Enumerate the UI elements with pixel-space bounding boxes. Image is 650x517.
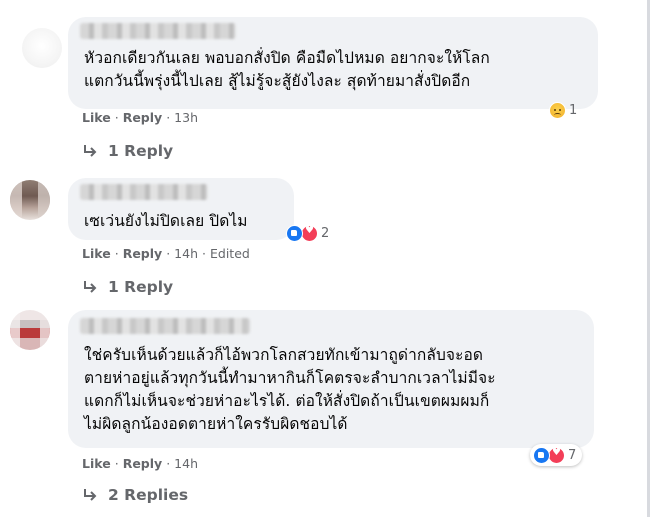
reply-arrow-icon <box>82 280 98 294</box>
comment-1: หัวอกเดียวกันเลย พอบอกสั่งปิด คือมืดไปหม… <box>0 0 650 170</box>
comment-text: หัวอกเดียวกันเลย พอบอกสั่งปิด คือมืดไปหม… <box>84 49 490 90</box>
separator: · <box>166 246 171 261</box>
separator: · <box>114 110 119 125</box>
author-name-blurred[interactable] <box>80 23 236 39</box>
reaction-count: 7 <box>568 447 577 463</box>
reaction-summary[interactable]: 2 <box>286 222 329 244</box>
separator: · <box>202 246 206 261</box>
timestamp[interactable]: 14h <box>174 246 198 261</box>
reply-button[interactable]: Reply <box>123 246 162 261</box>
timestamp[interactable]: 13h <box>174 110 198 125</box>
avatar[interactable] <box>10 180 50 220</box>
comment-3: ใช่ครับเห็นด้วยแล้วก็ไอ้พวกโลกสวยทักเข้า… <box>0 300 650 517</box>
like-button[interactable]: Like <box>82 110 111 125</box>
comment-bubble: หัวอกเดียวกันเลย พอบอกสั่งปิด คือมืดไปหม… <box>68 17 598 119</box>
avatar[interactable] <box>10 310 50 350</box>
reaction-summary[interactable]: 7 <box>530 444 583 466</box>
comment-actions: Like · Reply · 14h <box>82 456 198 471</box>
like-icon <box>286 224 303 242</box>
love-icon <box>301 224 318 242</box>
reply-button[interactable]: Reply <box>123 110 162 125</box>
like-button[interactable]: Like <box>82 456 111 471</box>
author-name-blurred[interactable] <box>80 184 208 200</box>
view-replies-button[interactable]: 1 Reply <box>82 142 173 160</box>
love-icon <box>548 446 565 464</box>
avatar[interactable] <box>22 28 62 68</box>
comment-actions: Like · Reply · 13h <box>82 110 198 125</box>
replies-label: 1 Reply <box>108 278 174 296</box>
reaction-count: 2 <box>321 225 330 241</box>
replies-label: 2 Replies <box>108 486 189 504</box>
separator: · <box>166 456 171 471</box>
like-button[interactable]: Like <box>82 246 111 261</box>
like-icon <box>533 446 550 464</box>
comment-bubble: ใช่ครับเห็นด้วยแล้วก็ไอ้พวกโลกสวยทักเข้า… <box>68 310 594 448</box>
separator: · <box>166 110 171 125</box>
view-replies-button[interactable]: 1 Reply <box>82 278 173 296</box>
reply-button[interactable]: Reply <box>123 456 162 471</box>
replies-label: 1 Reply <box>108 142 174 160</box>
comment-bubble: เซเว่นยังไม่ปิดเลย ปิดไม 2 <box>68 178 329 242</box>
comment-actions: Like · Reply · 14h · Edited <box>82 246 250 261</box>
reply-arrow-icon <box>82 144 98 158</box>
comment-text: ใช่ครับเห็นด้วยแล้วก็ไอ้พวกโลกสวยทักเข้า… <box>84 346 496 433</box>
view-replies-button[interactable]: 2 Replies <box>82 486 188 504</box>
sad-icon <box>549 101 566 119</box>
separator: · <box>114 246 119 261</box>
author-name-blurred[interactable] <box>80 318 250 334</box>
reaction-count: 1 <box>569 102 578 118</box>
reaction-summary[interactable]: 1 <box>549 99 577 121</box>
reply-arrow-icon <box>82 488 98 502</box>
comment-text: เซเว่นยังไม่ปิดเลย ปิดไม <box>84 212 248 230</box>
comment-2: เซเว่นยังไม่ปิดเลย ปิดไม 2 Like · Reply … <box>0 170 650 300</box>
separator: · <box>114 456 119 471</box>
edited-label[interactable]: Edited <box>210 246 250 261</box>
timestamp[interactable]: 14h <box>174 456 198 471</box>
